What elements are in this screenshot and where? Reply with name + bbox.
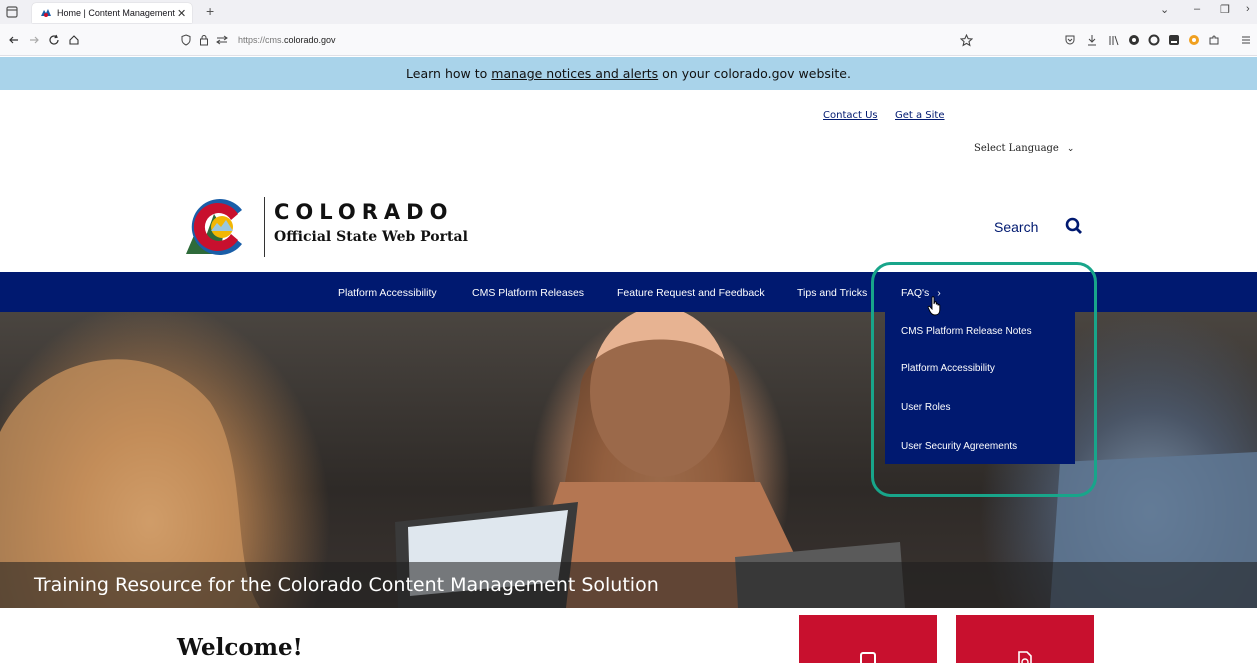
quick-link-card-2[interactable]	[956, 615, 1094, 663]
forward-icon[interactable]	[26, 32, 42, 48]
url-text: https://cms.colorado.gov	[238, 35, 336, 45]
browser-toolbar: https://cms.colorado.gov	[0, 24, 1257, 56]
logo-tagline: Official State Web Portal	[274, 229, 468, 245]
new-tab-button[interactable]: +	[206, 3, 214, 19]
close-window-icon[interactable]: ›	[1246, 3, 1250, 15]
minimize-icon[interactable]: –	[1194, 3, 1200, 15]
lock-icon[interactable]	[198, 34, 210, 46]
document-icon	[1018, 651, 1032, 663]
logo-wordmark: COLORADO	[274, 200, 454, 224]
nav-cms-platform-releases[interactable]: CMS Platform Releases	[472, 287, 584, 299]
alert-banner: Learn how to manage notices and alerts o…	[0, 57, 1257, 90]
language-select-label: Select Language	[974, 143, 1059, 154]
search-label[interactable]: Search	[994, 219, 1038, 235]
shield-icon[interactable]	[180, 34, 192, 46]
home-icon[interactable]	[66, 32, 82, 48]
pocket-icon[interactable]	[1062, 32, 1078, 48]
browser-tab-bar: Home | Content Management ✕ + ⌄ – ❐ ›	[0, 0, 1257, 24]
colorado-favicon-icon	[41, 9, 51, 17]
tablet-icon	[860, 652, 876, 663]
nav-tips-and-tricks[interactable]: Tips and Tricks	[797, 287, 867, 299]
alert-text-before: Learn how to	[406, 66, 488, 81]
restore-icon[interactable]: ❐	[1220, 3, 1230, 16]
welcome-heading: Welcome!	[177, 634, 303, 661]
highlight-annotation	[871, 262, 1097, 497]
hero-caption: Training Resource for the Colorado Conte…	[34, 574, 659, 596]
reload-icon[interactable]	[46, 32, 62, 48]
permissions-icon[interactable]	[216, 34, 228, 46]
quick-link-card-1[interactable]	[799, 615, 937, 663]
library-icon[interactable]	[1106, 32, 1122, 48]
downloads-icon[interactable]	[1084, 32, 1100, 48]
search-icon[interactable]	[1065, 217, 1083, 235]
logo-divider	[264, 197, 265, 257]
language-select[interactable]: Select Language ⌄	[974, 143, 1074, 154]
contact-us-link[interactable]: Contact Us	[823, 110, 878, 121]
extension-square-icon[interactable]	[1166, 32, 1182, 48]
address-bar[interactable]: https://cms.colorado.gov	[180, 28, 1002, 52]
extension-ring-icon[interactable]	[1146, 32, 1162, 48]
tab-list-icon[interactable]	[4, 4, 20, 20]
tab-close-icon[interactable]: ✕	[177, 7, 186, 20]
extension-dark-circle-icon[interactable]	[1126, 32, 1142, 48]
hand-pointer-cursor-icon	[927, 296, 941, 316]
bookmark-star-icon[interactable]	[958, 32, 974, 48]
nav-feature-request[interactable]: Feature Request and Feedback	[617, 287, 765, 299]
extensions-puzzle-icon[interactable]	[1206, 32, 1222, 48]
nav-platform-accessibility[interactable]: Platform Accessibility	[338, 287, 437, 299]
chevron-down-icon: ⌄	[1066, 144, 1075, 154]
manage-notices-link[interactable]: manage notices and alerts	[491, 66, 658, 81]
tab-overflow-chevron-icon[interactable]: ⌄	[1160, 3, 1169, 16]
extension-orange-icon[interactable]	[1186, 32, 1202, 48]
alert-text-after: on your colorado.gov website.	[662, 66, 851, 81]
back-icon[interactable]	[6, 32, 22, 48]
colorado-logo[interactable]	[184, 196, 254, 258]
get-a-site-link[interactable]: Get a Site	[895, 110, 945, 121]
tab-title: Home | Content Management	[57, 8, 175, 18]
menu-hamburger-icon[interactable]	[1238, 32, 1254, 48]
browser-tab-active[interactable]: Home | Content Management ✕	[32, 3, 192, 23]
